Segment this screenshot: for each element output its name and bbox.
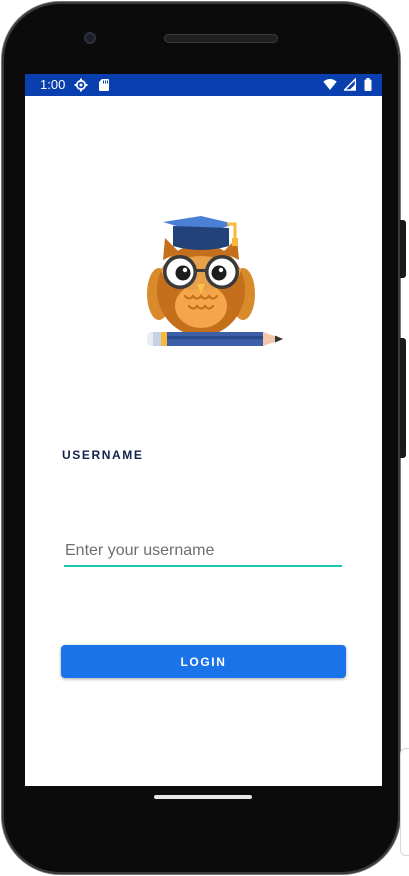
settings-icon <box>74 78 88 92</box>
username-label: USERNAME <box>62 448 144 462</box>
username-input[interactable] <box>64 537 342 567</box>
status-bar: 1:00 <box>25 74 382 96</box>
app-screen: 1:00 USERNAME Enter your username LOGIN <box>25 74 382 786</box>
power-button <box>400 220 406 278</box>
side-panel-edge <box>400 748 409 856</box>
login-button[interactable]: LOGIN <box>61 645 346 678</box>
volume-button <box>400 338 406 458</box>
home-indicator[interactable] <box>154 795 252 799</box>
owl-graduate-icon <box>147 216 283 346</box>
front-camera <box>84 32 96 44</box>
earpiece-speaker <box>164 34 278 43</box>
cell-signal-icon <box>343 78 356 91</box>
status-time: 1:00 <box>40 77 66 92</box>
sd-card-icon <box>99 79 110 91</box>
phone-frame: 1:00 USERNAME Enter your username LOGIN <box>2 2 406 874</box>
status-left-icons <box>74 78 110 96</box>
status-right-icons <box>323 78 372 96</box>
wifi-icon <box>323 79 337 90</box>
battery-icon <box>364 78 372 91</box>
